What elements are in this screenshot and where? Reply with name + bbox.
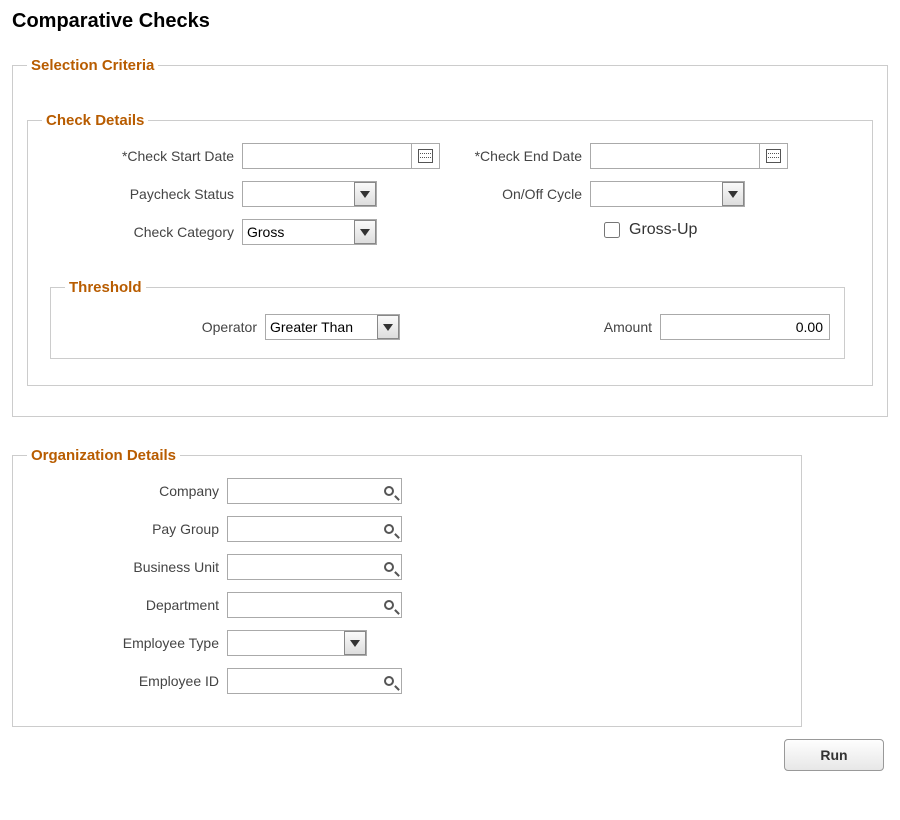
search-icon bbox=[384, 676, 394, 686]
calendar-icon bbox=[766, 149, 781, 163]
amount-label: Amount bbox=[400, 319, 660, 335]
threshold-legend: Threshold bbox=[65, 279, 146, 296]
pay-group-label: Pay Group bbox=[27, 521, 227, 537]
employee-id-lookup-button[interactable] bbox=[378, 670, 400, 692]
business-unit-label: Business Unit bbox=[27, 559, 227, 575]
check-end-date-input[interactable] bbox=[590, 143, 760, 169]
chevron-down-icon bbox=[728, 191, 738, 198]
department-label: Department bbox=[27, 597, 227, 613]
run-button[interactable]: Run bbox=[784, 739, 884, 771]
check-end-date-label: Check End Date bbox=[450, 148, 590, 164]
on-off-cycle-dropdown-button[interactable] bbox=[722, 182, 744, 206]
threshold-fieldset: Threshold Operator Amount bbox=[50, 279, 845, 359]
page-title: Comparative Checks bbox=[12, 10, 888, 33]
organization-details-legend: Organization Details bbox=[27, 447, 180, 464]
company-input[interactable] bbox=[227, 478, 402, 504]
selection-criteria-legend: Selection Criteria bbox=[27, 57, 158, 74]
operator-dropdown-button[interactable] bbox=[377, 315, 399, 339]
amount-input[interactable] bbox=[660, 314, 830, 340]
employee-id-input[interactable] bbox=[227, 668, 402, 694]
search-icon bbox=[384, 524, 394, 534]
check-category-label: Check Category bbox=[42, 224, 242, 240]
check-start-date-input[interactable] bbox=[242, 143, 412, 169]
chevron-down-icon bbox=[360, 229, 370, 236]
check-details-fieldset: Check Details Check Start Date Paycheck … bbox=[27, 112, 873, 386]
chevron-down-icon bbox=[383, 324, 393, 331]
calendar-icon bbox=[418, 149, 433, 163]
gross-up-label: Gross-Up bbox=[629, 221, 697, 239]
department-lookup-button[interactable] bbox=[378, 594, 400, 616]
employee-type-label: Employee Type bbox=[27, 635, 227, 651]
operator-label: Operator bbox=[65, 319, 265, 335]
selection-criteria-fieldset: Selection Criteria Check Details Check S… bbox=[12, 57, 888, 417]
pay-group-input[interactable] bbox=[227, 516, 402, 542]
search-icon bbox=[384, 486, 394, 496]
employee-type-dropdown-button[interactable] bbox=[344, 631, 366, 655]
paycheck-status-label: Paycheck Status bbox=[42, 186, 242, 202]
paycheck-status-dropdown-button[interactable] bbox=[354, 182, 376, 206]
business-unit-input[interactable] bbox=[227, 554, 402, 580]
chevron-down-icon bbox=[360, 191, 370, 198]
search-icon bbox=[384, 562, 394, 572]
chevron-down-icon bbox=[350, 640, 360, 647]
check-category-dropdown-button[interactable] bbox=[354, 220, 376, 244]
check-details-legend: Check Details bbox=[42, 112, 148, 129]
gross-up-checkbox[interactable] bbox=[604, 222, 620, 238]
check-start-date-label: Check Start Date bbox=[42, 148, 242, 164]
on-off-cycle-label: On/Off Cycle bbox=[450, 186, 590, 202]
check-end-date-calendar-button[interactable] bbox=[760, 143, 788, 169]
department-input[interactable] bbox=[227, 592, 402, 618]
check-start-date-calendar-button[interactable] bbox=[412, 143, 440, 169]
organization-details-fieldset: Organization Details Company Pay Group B… bbox=[12, 447, 802, 727]
employee-id-label: Employee ID bbox=[27, 673, 227, 689]
company-label: Company bbox=[27, 483, 227, 499]
search-icon bbox=[384, 600, 394, 610]
business-unit-lookup-button[interactable] bbox=[378, 556, 400, 578]
pay-group-lookup-button[interactable] bbox=[378, 518, 400, 540]
company-lookup-button[interactable] bbox=[378, 480, 400, 502]
